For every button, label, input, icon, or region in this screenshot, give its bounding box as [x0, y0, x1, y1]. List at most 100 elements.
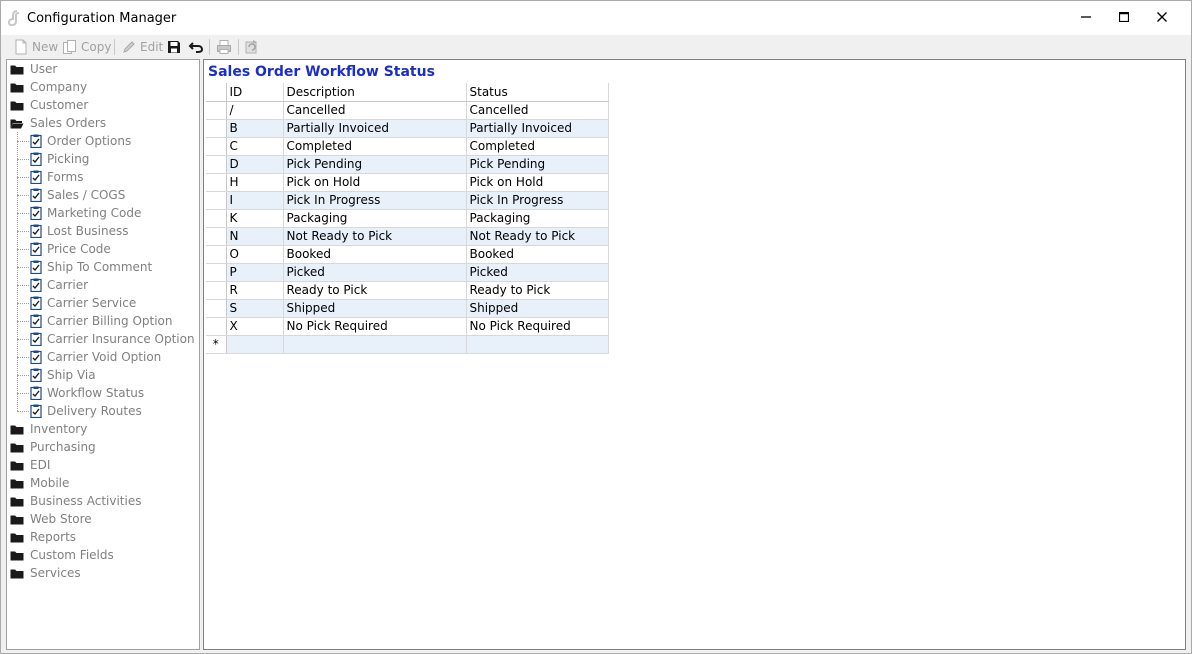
column-header-id[interactable]: ID	[226, 83, 284, 102]
tree-item-order-options[interactable]: Order Options	[30, 132, 131, 150]
tree-item-marketing-code[interactable]: Marketing Code	[30, 204, 141, 222]
cell-description[interactable]: Completed	[283, 137, 467, 156]
cell-id[interactable]: I	[226, 191, 284, 210]
new-cell-description[interactable]	[283, 335, 467, 354]
cell-status[interactable]: Picked	[466, 263, 609, 282]
edit-button[interactable]: Edit	[121, 37, 163, 57]
cell-description[interactable]: Picked	[283, 263, 467, 282]
cell-id[interactable]: D	[226, 155, 284, 174]
cell-status[interactable]: Pick on Hold	[466, 173, 609, 192]
workflow-status-grid[interactable]: ID Description Status / Cancelled Cancelle…	[206, 83, 609, 354]
tree-item-user[interactable]: User	[10, 60, 57, 78]
tree-item-carrier-void-option[interactable]: Carrier Void Option	[30, 348, 161, 366]
table-row[interactable]: I Pick In Progress Pick In Progress	[206, 191, 609, 210]
tree-item-lost-business[interactable]: Lost Business	[30, 222, 129, 240]
cell-status[interactable]: Pick In Progress	[466, 191, 609, 210]
table-row[interactable]: C Completed Completed	[206, 137, 609, 156]
table-row[interactable]: S Shipped Shipped	[206, 299, 609, 318]
row-selector[interactable]	[206, 227, 227, 246]
cell-description[interactable]: Shipped	[283, 299, 467, 318]
row-selector[interactable]	[206, 263, 227, 282]
cell-description[interactable]: Partially Invoiced	[283, 119, 467, 138]
row-selector[interactable]	[206, 209, 227, 228]
tree-item-delivery-routes[interactable]: Delivery Routes	[30, 402, 142, 420]
cell-id[interactable]: P	[226, 263, 284, 282]
tree-item-carrier-billing-option[interactable]: Carrier Billing Option	[30, 312, 173, 330]
tree-item-web-store[interactable]: Web Store	[10, 510, 92, 528]
navigation-tree[interactable]: User Company Customer Sales Orders Order Opt…	[6, 59, 200, 650]
tree-item-price-code[interactable]: Price Code	[30, 240, 111, 258]
new-cell-id[interactable]	[226, 335, 284, 354]
cell-status[interactable]: No Pick Required	[466, 317, 609, 336]
cell-id[interactable]: N	[226, 227, 284, 246]
tree-item-purchasing[interactable]: Purchasing	[10, 438, 96, 456]
cell-description[interactable]: Ready to Pick	[283, 281, 467, 300]
cell-status[interactable]: Packaging	[466, 209, 609, 228]
cell-description[interactable]: Packaging	[283, 209, 467, 228]
tree-item-carrier-service[interactable]: Carrier Service	[30, 294, 136, 312]
row-selector[interactable]	[206, 155, 227, 174]
table-row[interactable]: K Packaging Packaging	[206, 209, 609, 228]
table-row[interactable]: H Pick on Hold Pick on Hold	[206, 173, 609, 192]
tree-item-ship-to-comment[interactable]: Ship To Comment	[30, 258, 152, 276]
minimize-button[interactable]	[1067, 1, 1105, 33]
cell-description[interactable]: Not Ready to Pick	[283, 227, 467, 246]
table-row[interactable]: P Picked Picked	[206, 263, 609, 282]
print-button[interactable]	[216, 37, 232, 57]
tree-item-forms[interactable]: Forms	[30, 168, 83, 186]
tree-item-edi[interactable]: EDI	[10, 456, 50, 474]
cell-id[interactable]: K	[226, 209, 284, 228]
new-cell-status[interactable]	[466, 335, 609, 354]
tree-item-carrier-insurance-option[interactable]: Carrier Insurance Option	[30, 330, 195, 348]
cell-id[interactable]: B	[226, 119, 284, 138]
tree-item-sales-orders[interactable]: Sales Orders	[10, 114, 106, 132]
cell-description[interactable]: Pick In Progress	[283, 191, 467, 210]
row-selector[interactable]	[206, 191, 227, 210]
cell-description[interactable]: Pick Pending	[283, 155, 467, 174]
maximize-button[interactable]	[1105, 1, 1143, 33]
cell-status[interactable]: Not Ready to Pick	[466, 227, 609, 246]
undo-button[interactable]	[188, 37, 204, 57]
cell-status[interactable]: Partially Invoiced	[466, 119, 609, 138]
row-selector[interactable]	[206, 299, 227, 318]
cell-status[interactable]: Cancelled	[466, 101, 609, 120]
column-header-description[interactable]: Description	[283, 83, 467, 102]
row-selector[interactable]	[206, 281, 227, 300]
tree-item-sales-cogs[interactable]: Sales / COGS	[30, 186, 125, 204]
table-row[interactable]: O Booked Booked	[206, 245, 609, 264]
cell-status[interactable]: Ready to Pick	[466, 281, 609, 300]
cell-id[interactable]: X	[226, 317, 284, 336]
table-row[interactable]: / Cancelled Cancelled	[206, 101, 609, 120]
table-row[interactable]: X No Pick Required No Pick Required	[206, 317, 609, 336]
cell-id[interactable]: O	[226, 245, 284, 264]
cell-status[interactable]: Booked	[466, 245, 609, 264]
tree-item-customer[interactable]: Customer	[10, 96, 88, 114]
cell-status[interactable]: Shipped	[466, 299, 609, 318]
cell-status[interactable]: Pick Pending	[466, 155, 609, 174]
copy-button[interactable]: Copy	[62, 37, 111, 57]
tree-item-business-activities[interactable]: Business Activities	[10, 492, 141, 510]
new-row[interactable]: *	[206, 335, 609, 354]
tree-item-company[interactable]: Company	[10, 78, 87, 96]
row-selector[interactable]	[206, 137, 227, 156]
tree-item-workflow-status[interactable]: Workflow Status	[30, 384, 144, 402]
table-row[interactable]: R Ready to Pick Ready to Pick	[206, 281, 609, 300]
cell-description[interactable]: Booked	[283, 245, 467, 264]
cell-id[interactable]: S	[226, 299, 284, 318]
cell-description[interactable]: No Pick Required	[283, 317, 467, 336]
cell-id[interactable]: C	[226, 137, 284, 156]
row-selector[interactable]	[206, 317, 227, 336]
tree-item-custom-fields[interactable]: Custom Fields	[10, 546, 114, 564]
cell-description[interactable]: Cancelled	[283, 101, 467, 120]
row-selector[interactable]	[206, 173, 227, 192]
new-button[interactable]: New	[13, 37, 58, 57]
cell-id[interactable]: H	[226, 173, 284, 192]
row-selector[interactable]	[206, 101, 227, 120]
table-row[interactable]: N Not Ready to Pick Not Ready to Pick	[206, 227, 609, 246]
tree-item-services[interactable]: Services	[10, 564, 81, 582]
tree-item-picking[interactable]: Picking	[30, 150, 89, 168]
cell-description[interactable]: Pick on Hold	[283, 173, 467, 192]
tree-item-carrier[interactable]: Carrier	[30, 276, 88, 294]
row-selector[interactable]	[206, 245, 227, 264]
cell-id[interactable]: /	[226, 101, 284, 120]
